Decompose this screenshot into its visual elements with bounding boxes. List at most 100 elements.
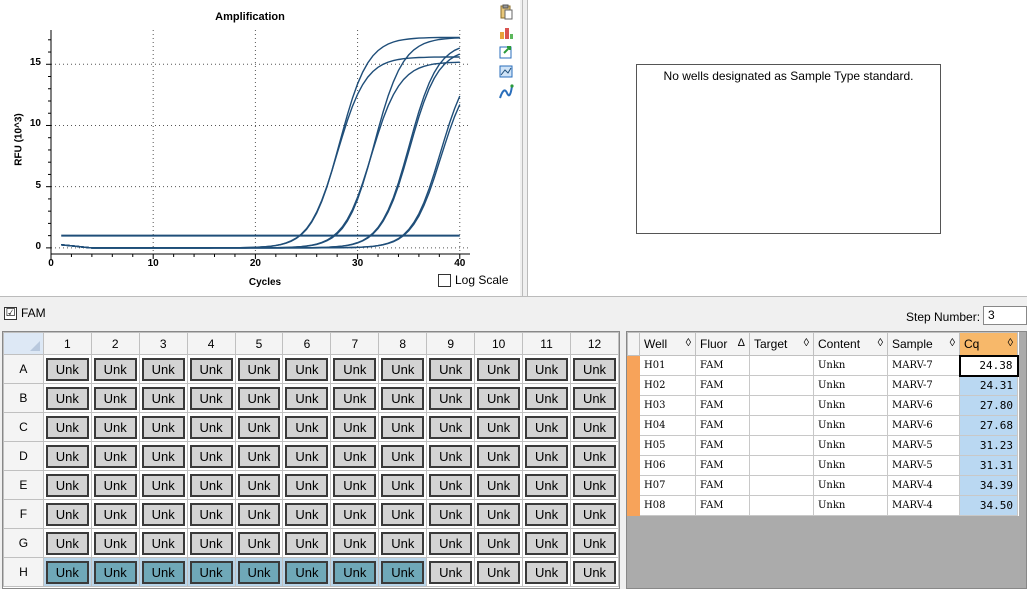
results-cell-content[interactable]: Unkn <box>813 495 888 516</box>
zoom-icon[interactable] <box>498 64 514 80</box>
results-row[interactable]: H05 FAM Unkn MARV-5 31.23 <box>627 435 1018 456</box>
plate-well[interactable]: Unk <box>474 470 524 500</box>
plate-well[interactable]: Unk <box>474 557 524 587</box>
plate-row-header[interactable]: E <box>3 470 44 500</box>
plate-well[interactable]: Unk <box>426 528 476 558</box>
plate-well[interactable]: Unk <box>426 557 476 587</box>
plate-well[interactable]: Unk <box>42 470 92 500</box>
plate-well[interactable]: Unk <box>474 528 524 558</box>
plate-well[interactable]: Unk <box>186 441 236 471</box>
plate-well[interactable]: Unk <box>234 499 284 529</box>
plate-well[interactable]: Unk <box>522 383 571 413</box>
plate-well[interactable]: Unk <box>234 557 284 587</box>
plate-well[interactable]: Unk <box>570 470 619 500</box>
results-column-header[interactable]: Fluor Δ <box>695 332 750 356</box>
results-column-header[interactable]: Target ◊ <box>749 332 814 356</box>
plate-well[interactable]: Unk <box>42 557 92 587</box>
step-number-select[interactable]: 3 <box>983 306 1027 325</box>
plate-well[interactable]: Unk <box>186 499 236 529</box>
plate-well[interactable]: Unk <box>282 354 332 384</box>
plate-column-header[interactable]: 8 <box>378 332 428 355</box>
plate-well[interactable]: Unk <box>234 528 284 558</box>
plate-well[interactable]: Unk <box>90 499 140 529</box>
results-cell-content[interactable]: Unkn <box>813 415 888 436</box>
results-cell-cq[interactable]: 27.80 <box>959 395 1018 416</box>
plate-well[interactable]: Unk <box>522 354 571 384</box>
plate-well[interactable]: Unk <box>426 383 476 413</box>
sort-icon[interactable]: ◊ <box>686 337 691 349</box>
plate-well[interactable]: Unk <box>138 557 188 587</box>
plate-column-header[interactable]: 9 <box>426 332 476 355</box>
plate-well[interactable]: Unk <box>42 383 92 413</box>
plate-well[interactable]: Unk <box>330 354 380 384</box>
results-cell-target[interactable] <box>749 415 814 436</box>
results-cell-cq[interactable]: 24.38 <box>958 354 1019 377</box>
plate-column-header[interactable]: 3 <box>138 332 188 355</box>
plate-well[interactable]: Unk <box>90 441 140 471</box>
sort-icon[interactable]: ◊ <box>804 337 809 349</box>
plate-well[interactable]: Unk <box>330 383 380 413</box>
results-cell-cq[interactable]: 34.39 <box>959 475 1018 496</box>
results-cell-well[interactable]: H03 <box>639 395 696 416</box>
plate-well[interactable]: Unk <box>378 470 428 500</box>
plate-well[interactable]: Unk <box>426 354 476 384</box>
plate-well[interactable]: Unk <box>378 354 428 384</box>
results-row[interactable]: H08 FAM Unkn MARV-4 34.50 <box>627 495 1018 516</box>
results-column-header[interactable]: Content ◊ <box>813 332 888 356</box>
results-cell-content[interactable]: Unkn <box>813 355 888 376</box>
fam-toggle[interactable]: ☑ FAM <box>4 306 46 320</box>
results-cell-content[interactable]: Unkn <box>813 455 888 476</box>
results-cell-sample[interactable]: MARV-7 <box>887 375 960 396</box>
results-cell-sample[interactable]: MARV-5 <box>887 435 960 456</box>
plate-well[interactable]: Unk <box>522 470 571 500</box>
results-cell-cq[interactable]: 27.68 <box>959 415 1018 436</box>
results-cell-well[interactable]: H06 <box>639 455 696 476</box>
results-cell-content[interactable]: Unkn <box>813 475 888 496</box>
results-cell-target[interactable] <box>749 395 814 416</box>
plate-well[interactable]: Unk <box>90 354 140 384</box>
plate-well[interactable]: Unk <box>186 412 236 442</box>
plate-well[interactable]: Unk <box>570 412 619 442</box>
results-cell-well[interactable]: H02 <box>639 375 696 396</box>
sort-icon[interactable]: ◊ <box>950 337 955 349</box>
plate-well[interactable]: Unk <box>186 470 236 500</box>
results-cell-fluor[interactable]: FAM <box>695 355 750 376</box>
plate-well[interactable]: Unk <box>522 528 571 558</box>
plate-well[interactable]: Unk <box>186 557 236 587</box>
plate-well[interactable]: Unk <box>234 470 284 500</box>
plate-well[interactable]: Unk <box>186 528 236 558</box>
results-cell-target[interactable] <box>749 495 814 516</box>
plate-row-header[interactable]: A <box>3 354 44 384</box>
plate-well[interactable]: Unk <box>282 441 332 471</box>
row-selector[interactable] <box>627 475 640 496</box>
plate-column-header[interactable]: 11 <box>522 332 571 355</box>
plate-well[interactable]: Unk <box>570 441 619 471</box>
plate-column-header[interactable]: 10 <box>474 332 524 355</box>
results-cell-fluor[interactable]: FAM <box>695 495 750 516</box>
plate-row-header[interactable]: D <box>3 441 44 471</box>
plate-well[interactable]: Unk <box>234 383 284 413</box>
results-cell-cq[interactable]: 34.50 <box>959 495 1018 516</box>
results-cell-sample[interactable]: MARV-6 <box>887 415 960 436</box>
results-cell-cq[interactable]: 31.31 <box>959 455 1018 476</box>
results-cell-fluor[interactable]: FAM <box>695 455 750 476</box>
plate-column-header[interactable]: 12 <box>570 332 619 355</box>
plate-well[interactable]: Unk <box>378 557 428 587</box>
plate-well[interactable]: Unk <box>570 354 619 384</box>
plate-row-header[interactable]: C <box>3 412 44 442</box>
export-icon[interactable] <box>498 44 514 60</box>
plate-well[interactable]: Unk <box>426 412 476 442</box>
results-cell-fluor[interactable]: FAM <box>695 475 750 496</box>
results-cell-sample[interactable]: MARV-4 <box>887 495 960 516</box>
amplification-chart[interactable] <box>0 0 520 296</box>
plate-well[interactable]: Unk <box>90 383 140 413</box>
results-row[interactable]: H01 FAM Unkn MARV-7 24.38 <box>627 354 1019 377</box>
plate-row-header[interactable]: F <box>3 499 44 529</box>
row-selector[interactable] <box>627 395 640 416</box>
plate-well[interactable]: Unk <box>474 441 524 471</box>
row-selector[interactable] <box>627 455 640 476</box>
plate-well[interactable]: Unk <box>378 528 428 558</box>
results-cell-target[interactable] <box>749 355 814 376</box>
sort-icon[interactable]: ◊ <box>878 337 883 349</box>
plate-well[interactable]: Unk <box>330 499 380 529</box>
